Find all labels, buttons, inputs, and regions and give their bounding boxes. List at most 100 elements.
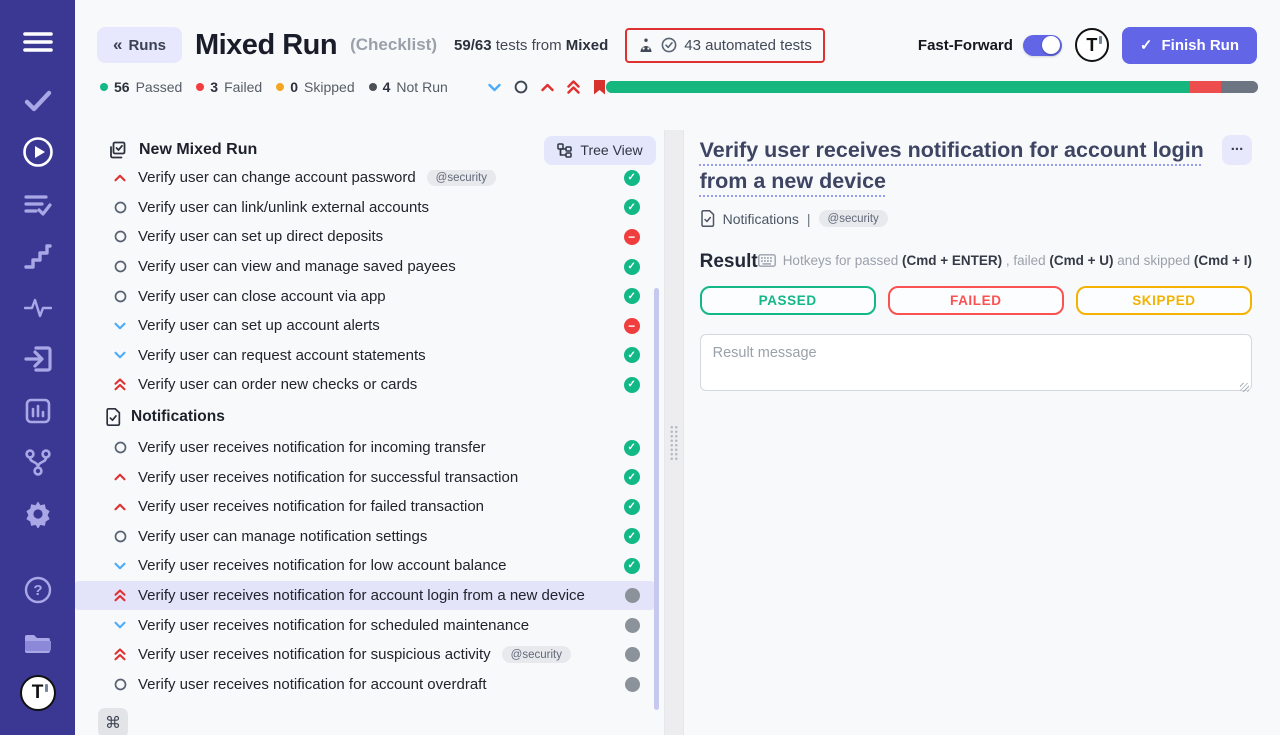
back-to-runs-button[interactable]: « Runs bbox=[97, 27, 182, 63]
test-list-item[interactable]: Verify user can manage notification sett… bbox=[75, 522, 664, 552]
priority-low-icon bbox=[113, 322, 127, 330]
keyboard-icon bbox=[758, 254, 776, 267]
test-list-item-selected[interactable]: Verify user receives notification for ac… bbox=[75, 581, 654, 611]
result-heading: Result bbox=[700, 251, 758, 273]
automated-tests-badge[interactable]: 43 automated tests bbox=[625, 28, 825, 63]
help-icon[interactable]: ? bbox=[24, 576, 52, 604]
test-detail-title[interactable]: Verify user receives notification for ac… bbox=[700, 135, 1212, 197]
test-list-panel: New Mixed Run Tree View Verify user can … bbox=[75, 130, 664, 735]
test-list-item[interactable]: Verify user can set up account alerts− bbox=[75, 311, 664, 341]
filter-priority-highest-icon[interactable] bbox=[567, 80, 580, 94]
priority-low-icon bbox=[113, 351, 127, 359]
panel-splitter[interactable] bbox=[664, 130, 684, 735]
fast-forward-toggle[interactable] bbox=[1023, 35, 1062, 56]
sidebar: ? T bbox=[0, 0, 75, 735]
test-plans-icon[interactable] bbox=[24, 193, 52, 217]
priority-normal-icon bbox=[113, 260, 127, 273]
filter-priority-high-icon[interactable] bbox=[541, 83, 554, 92]
list-scrollbar-thumb[interactable] bbox=[654, 288, 659, 710]
test-list-item[interactable]: Verify user receives notification for sc… bbox=[75, 610, 664, 640]
priority-normal-icon bbox=[113, 441, 127, 454]
hotkeys-hint: Hotkeys for passed (Cmd + ENTER) , faile… bbox=[758, 253, 1252, 268]
app-window: ? T « Runs Mixed Run (Checklist) 59/63 t… bbox=[0, 0, 1280, 735]
branches-icon[interactable] bbox=[24, 448, 52, 476]
test-list-item[interactable]: Verify user receives notification for su… bbox=[75, 462, 664, 492]
tree-view-button[interactable]: Tree View bbox=[544, 136, 655, 165]
command-key-icon[interactable]: ⌘ bbox=[98, 708, 128, 735]
page-title: Mixed Run bbox=[195, 29, 337, 62]
test-list-item[interactable]: Verify user can change account password @… bbox=[75, 170, 664, 193]
test-title: Verify user can change account password bbox=[138, 170, 416, 186]
stats-row: 56Passed 3Failed 0Skipped 4Not Run bbox=[75, 70, 1280, 104]
test-list-item[interactable]: Verify user can link/unlink external acc… bbox=[75, 193, 664, 223]
test-list-item[interactable]: Verify user can order new checks or card… bbox=[75, 370, 664, 400]
suite-name[interactable]: Notifications bbox=[723, 211, 799, 227]
import-icon[interactable] bbox=[24, 346, 52, 372]
test-list-item[interactable]: Verify user can set up direct deposits− bbox=[75, 222, 664, 252]
test-title: Verify user receives notification for su… bbox=[138, 469, 518, 486]
svg-text:?: ? bbox=[33, 582, 42, 599]
filter-priority-low-icon[interactable] bbox=[488, 83, 501, 92]
skipped-button[interactable]: SKIPPED bbox=[1076, 286, 1252, 315]
test-list-item[interactable]: Verify user can view and manage saved pa… bbox=[75, 252, 664, 282]
notrun-stat: 4Not Run bbox=[369, 79, 448, 95]
status-passed-icon: ✓ bbox=[624, 199, 640, 215]
status-passed-icon: ✓ bbox=[624, 377, 640, 393]
test-title: Verify user receives notification for ac… bbox=[138, 587, 585, 604]
meta-separator: | bbox=[807, 211, 811, 227]
section-title: Notifications bbox=[131, 408, 225, 426]
steps-icon[interactable] bbox=[24, 243, 52, 269]
result-buttons: PASSED FAILED SKIPPED bbox=[700, 286, 1252, 315]
tag-pill[interactable]: @security bbox=[427, 170, 496, 186]
settings-gear-icon[interactable] bbox=[24, 500, 52, 528]
runs-play-icon[interactable] bbox=[22, 136, 54, 168]
passed-button[interactable]: PASSED bbox=[700, 286, 876, 315]
testomat-logo-icon[interactable]: T bbox=[20, 675, 56, 711]
projects-folder-icon[interactable] bbox=[23, 631, 53, 655]
test-title: Verify user receives notification for ac… bbox=[138, 676, 487, 693]
priority-normal-icon bbox=[113, 530, 127, 543]
test-title: Verify user receives notification for fa… bbox=[138, 498, 484, 515]
status-failed-icon: − bbox=[624, 229, 640, 245]
test-title: Verify user can view and manage saved pa… bbox=[138, 258, 456, 275]
automated-tests-label: 43 automated tests bbox=[684, 37, 812, 54]
test-list-item[interactable]: Verify user receives notification for lo… bbox=[75, 551, 664, 581]
test-list-item[interactable]: Verify user can close account via app✓ bbox=[75, 281, 664, 311]
finish-run-button[interactable]: ✓ Finish Run bbox=[1122, 27, 1257, 64]
finish-run-label: Finish Run bbox=[1162, 37, 1240, 54]
failed-button[interactable]: FAILED bbox=[888, 286, 1064, 315]
progress-passed-segment bbox=[606, 81, 1190, 93]
pulse-icon[interactable] bbox=[24, 297, 52, 319]
status-not_run-icon bbox=[625, 647, 640, 662]
test-title: Verify user can set up account alerts bbox=[138, 317, 380, 334]
check-circle-icon bbox=[661, 37, 677, 53]
test-title: Verify user receives notification for sc… bbox=[138, 617, 529, 634]
test-meta-row: Notifications | @security bbox=[700, 210, 1252, 227]
test-list-item[interactable]: Verify user receives notification for su… bbox=[75, 640, 664, 670]
test-title: Verify user receives notification for su… bbox=[138, 646, 491, 663]
double-chevron-left-icon: « bbox=[113, 35, 120, 55]
check-icon: ✓ bbox=[1140, 36, 1153, 54]
test-list-item[interactable]: Verify user receives notification for fa… bbox=[75, 492, 664, 522]
analytics-icon[interactable] bbox=[25, 398, 51, 424]
filter-priority-normal-icon[interactable] bbox=[514, 80, 528, 94]
priority-highest-icon bbox=[113, 378, 127, 391]
status-not_run-icon bbox=[625, 588, 640, 603]
security-tag-pill[interactable]: @security bbox=[819, 210, 888, 227]
menu-icon[interactable] bbox=[23, 30, 53, 54]
passed-dot-icon bbox=[100, 83, 108, 91]
tag-pill[interactable]: @security bbox=[502, 646, 571, 663]
failed-stat: 3Failed bbox=[196, 79, 262, 95]
test-list-item[interactable]: Verify user receives notification for in… bbox=[75, 433, 664, 463]
status-passed-icon: ✓ bbox=[624, 499, 640, 515]
filter-bookmark-icon[interactable] bbox=[593, 79, 606, 95]
more-options-button[interactable]: ... bbox=[1222, 135, 1252, 165]
test-title: Verify user can link/unlink external acc… bbox=[138, 199, 429, 216]
priority-high-icon bbox=[113, 503, 127, 511]
tests-check-icon[interactable] bbox=[24, 90, 52, 112]
testomat-logo-badge[interactable]: T bbox=[1075, 28, 1109, 62]
result-message-input[interactable] bbox=[700, 334, 1252, 391]
test-list-item[interactable]: Verify user receives notification for ac… bbox=[75, 670, 664, 700]
list-section-header[interactable]: Notifications bbox=[75, 402, 664, 433]
test-list-item[interactable]: Verify user can request account statemen… bbox=[75, 341, 664, 371]
